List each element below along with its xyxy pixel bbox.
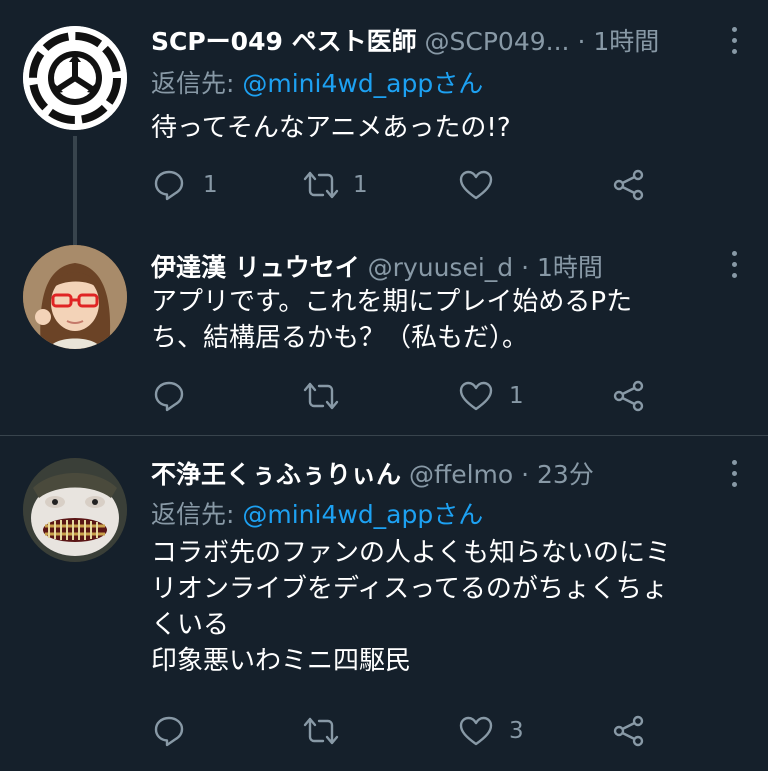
reply-context: 返信先: @mini4wd_appさん [151,497,483,533]
share-icon [613,169,644,201]
tweet-actions: 1 1 [0,165,768,205]
reply-context: 返信先: @mini4wd_appさん [151,66,483,102]
tweet-2[interactable]: 伊達漢 リュウセイ @ryuusei_d · 1時間 アプリです。これを期にプレ… [0,245,768,435]
tweet-actions: 3 [0,711,768,751]
user-handle[interactable]: @ffelmo [409,460,513,489]
tweet-text-line: コラボ先のファンの人よくも知らないのにミ [151,538,672,568]
heart-icon [459,716,493,746]
tweet-text-line: くいる [151,610,230,640]
retweet-icon [303,171,339,199]
tweet-3[interactable]: 不浄王くぅふぅりぃん @ffelmo · 23分 返信先: @mini4wd_a… [0,436,768,771]
tweet-text-line: ち、結構居るかも？（私もだ）。 [151,323,529,353]
like-count: 1 [509,383,524,409]
retweet-button[interactable] [303,711,383,751]
share-icon [613,380,644,412]
avatar-ryuusei[interactable] [23,245,127,349]
more-icon[interactable] [728,27,740,57]
separator: · [577,27,586,56]
reply-mention-link[interactable]: @mini4wd_appさん [242,69,483,98]
display-name[interactable]: SCPー049 ペスト医師 [151,27,417,56]
retweet-icon [303,382,339,410]
display-name[interactable]: 伊達漢 リュウセイ [151,253,360,282]
tweet-text-line: 待ってそんなアニメあったの!? [151,113,511,143]
user-handle[interactable]: @ryuusei_d [368,253,513,282]
like-button[interactable]: 1 [459,376,539,416]
like-count: 3 [509,718,524,744]
avatar-scp049[interactable] [23,26,127,130]
like-button[interactable]: 3 [459,711,539,751]
reply-label: 返信先: [151,500,243,529]
separator: · [521,253,530,282]
tweet-text-line: アプリです。これを期にプレイ始めるPた [151,287,633,317]
scp-logo-icon [23,26,127,130]
creature-face-avatar [23,458,127,562]
tweet-text-line: 印象悪いわミニ四駆民 [151,646,412,676]
reply-button[interactable] [153,376,233,416]
more-icon[interactable] [728,251,740,281]
reply-icon [154,170,184,201]
tweet-text: アプリです。これを期にプレイ始めるPた ち、結構居るかも？（私もだ）。 [151,284,741,356]
separator: · [521,460,530,489]
more-icon[interactable] [728,460,740,490]
reply-mention-link[interactable]: @mini4wd_appさん [242,500,483,529]
share-button[interactable] [613,165,653,205]
like-button[interactable] [459,165,539,205]
tweet-text: 待ってそんなアニメあったの!? [151,110,741,146]
tweet-1[interactable]: SCPー049 ペスト医師 @SCP049... · 1時間 返信先: @min… [0,0,768,245]
share-icon [613,715,644,747]
avatar-ffelmo[interactable] [23,458,127,562]
heart-icon [459,381,493,411]
reply-count: 1 [203,172,218,198]
tweet-actions: 1 [0,376,768,416]
heart-icon [459,170,493,200]
tweet-text-line: リオンライブをディスってるのがちょくちょ [151,574,668,604]
tweet-header: SCPー049 ペスト医師 @SCP049... · 1時間 [151,22,711,62]
user-handle[interactable]: @SCP049... [425,27,570,56]
retweet-button[interactable] [303,376,383,416]
anime-character-avatar [23,245,127,349]
reply-label: 返信先: [151,69,243,98]
reply-icon [154,381,184,412]
display-name[interactable]: 不浄王くぅふぅりぃん [151,460,401,489]
share-button[interactable] [613,711,653,751]
share-button[interactable] [613,376,653,416]
tweet-text: コラボ先のファンの人よくも知らないのにミ リオンライブをディスってるのがちょくち… [151,535,741,679]
retweet-count: 1 [353,172,368,198]
tweet-header: 不浄王くぅふぅりぃん @ffelmo · 23分 [151,455,711,495]
retweet-button[interactable]: 1 [303,165,383,205]
reply-icon [154,716,184,747]
timestamp[interactable]: 1時間 [537,253,603,282]
timestamp[interactable]: 23分 [537,460,594,489]
retweet-icon [303,717,339,745]
reply-button[interactable]: 1 [153,165,233,205]
timestamp[interactable]: 1時間 [593,27,659,56]
tweet-header: 伊達漢 リュウセイ @ryuusei_d · 1時間 [151,248,711,288]
reply-button[interactable] [153,711,233,751]
